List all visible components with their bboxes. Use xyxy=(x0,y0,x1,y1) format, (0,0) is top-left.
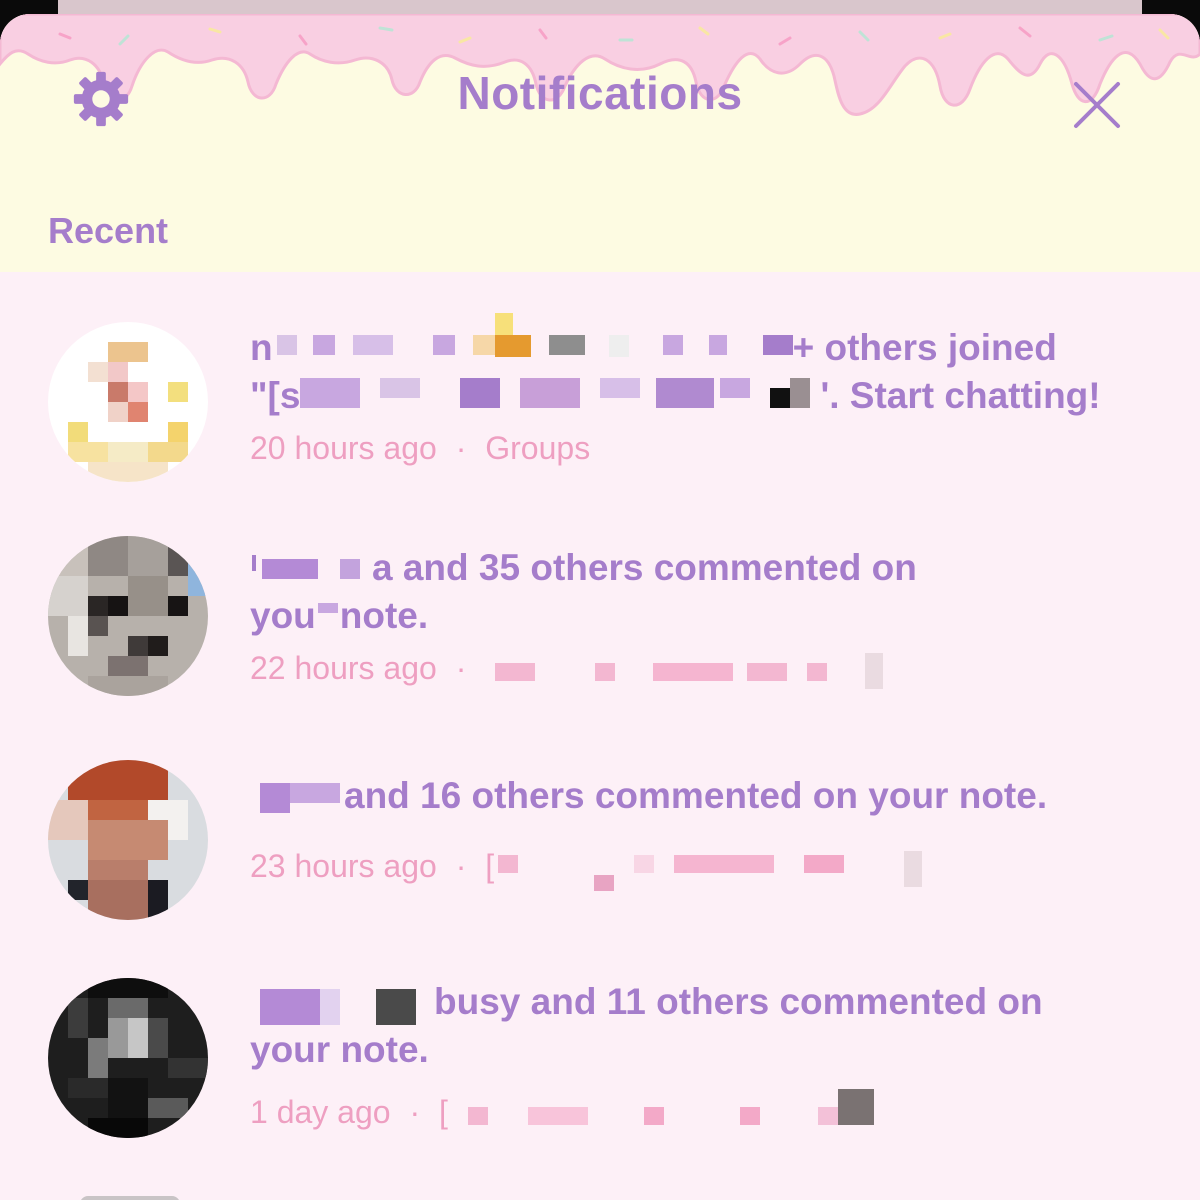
text-mid: + others joined xyxy=(792,327,1057,368)
source-prefix: [ xyxy=(485,848,495,884)
source-prefix: [ xyxy=(439,1094,448,1130)
notification-item[interactable]: a and 35 others commented on you note. 2… xyxy=(0,522,1200,722)
redacted-word xyxy=(316,603,340,633)
close-icon xyxy=(1074,82,1120,128)
timestamp: 23 hours ago xyxy=(250,848,437,884)
text-prefix: n xyxy=(250,327,273,368)
notification-line-2: "[s '. Start chatting! xyxy=(250,372,1150,420)
header: Notifications Recent xyxy=(0,14,1200,272)
notification-line-1: and 16 others commented on your note. xyxy=(250,772,1150,820)
notification-meta: 23 hours ago · [ xyxy=(250,848,923,891)
redacted-name xyxy=(273,313,793,365)
notifications-sheet: Notifications Recent n + others joined "… xyxy=(0,14,1200,1200)
redacted-name xyxy=(250,989,434,1026)
text-line2-prefix: you xyxy=(250,595,316,636)
meta-separator: · xyxy=(455,430,467,466)
notification-line-1: n + others joined xyxy=(250,313,1150,372)
redacted-source xyxy=(448,1088,878,1133)
page-title: Notifications xyxy=(457,67,743,119)
text-line2-suffix: note. xyxy=(339,595,429,636)
text-mid: and 16 others commented on your note. xyxy=(344,775,1048,816)
text-line2-suffix: '. Start chatting! xyxy=(820,375,1101,416)
redacted-name xyxy=(250,783,344,814)
notification-line-1: busy and 11 others commented on xyxy=(250,978,1150,1026)
notification-item[interactable]: busy and 11 others commented on your not… xyxy=(0,952,1200,1152)
timestamp: 20 hours ago xyxy=(250,430,437,466)
text-line2-prefix: your note. xyxy=(250,1029,429,1070)
text-mid: a and 35 others commented on xyxy=(372,547,917,588)
notification-item[interactable]: and 16 others commented on your note. 23… xyxy=(0,742,1200,942)
notification-line-2: you note. xyxy=(250,592,1150,640)
redacted-group-name xyxy=(300,378,820,418)
notification-text: n + others joined "[s '. Start chatting! xyxy=(250,313,1150,420)
text-mid: busy and 11 others commented on xyxy=(434,981,1043,1022)
notification-line-2: your note. xyxy=(250,1026,1150,1074)
source-label: Groups xyxy=(485,430,591,466)
notification-meta: 1 day ago · [ xyxy=(250,1088,878,1133)
notification-text: busy and 11 others commented on your not… xyxy=(250,942,1150,1070)
text-line2-prefix: "[s xyxy=(250,375,301,416)
avatar xyxy=(48,760,208,920)
close-button[interactable] xyxy=(1066,74,1128,136)
notification-text: a and 35 others commented on you note. xyxy=(250,544,1150,640)
notification-meta: 22 hours ago · xyxy=(250,650,885,689)
notification-item[interactable]: n + others joined "[s '. Start chatting!… xyxy=(0,302,1200,502)
timestamp: 1 day ago xyxy=(250,1094,391,1130)
avatar xyxy=(48,536,208,696)
section-label-recent: Recent xyxy=(48,210,169,251)
notification-meta: 20 hours ago · Groups xyxy=(250,430,590,467)
meta-separator: · xyxy=(409,1094,421,1130)
meta-separator: · xyxy=(455,848,467,884)
meta-separator: · xyxy=(455,650,467,686)
timestamp: 22 hours ago xyxy=(250,650,437,686)
next-item-peek xyxy=(81,1196,179,1200)
notification-line-1: a and 35 others commented on xyxy=(250,544,1150,592)
redacted-source xyxy=(494,850,923,891)
redacted-source xyxy=(485,652,885,689)
notification-text: and 16 others commented on your note. xyxy=(250,772,1150,820)
redacted-name xyxy=(250,555,372,585)
avatar xyxy=(48,978,208,1138)
avatar xyxy=(48,322,208,482)
